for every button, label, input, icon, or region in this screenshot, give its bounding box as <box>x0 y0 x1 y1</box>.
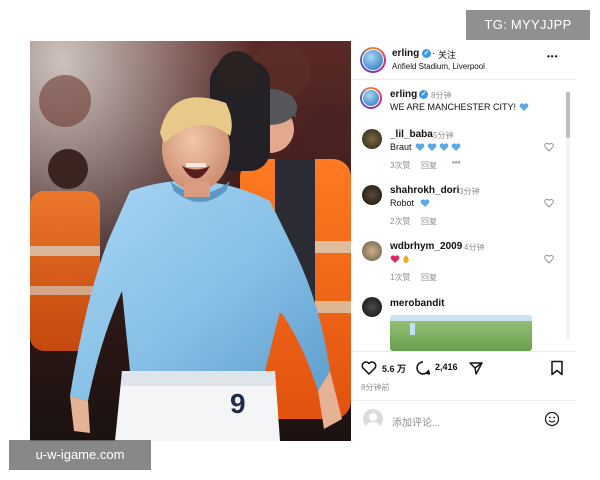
post-photo[interactable]: 9 <box>30 41 351 441</box>
reply-button[interactable]: 回复 <box>421 272 437 283</box>
verified-badge-icon: ✓ <box>422 49 431 58</box>
screenshot-canvas: 9 erling ✓ · 关注 Anfield Stadium, Liverpo… <box>0 0 600 480</box>
like-comment-heart-icon[interactable] <box>544 142 554 152</box>
comment-likes[interactable]: 1次赞 <box>390 272 410 283</box>
comment-time: 5分钟 <box>433 131 454 140</box>
commenter-avatar[interactable] <box>362 129 382 149</box>
comment-time: 3分钟 <box>459 187 480 196</box>
verified-badge-icon: ✓ <box>419 90 428 99</box>
commenter-avatar[interactable] <box>362 185 382 205</box>
author-username[interactable]: erling <box>392 48 419 59</box>
tg-badge-overlay: TG: MYYJJPP <box>466 10 590 40</box>
post-detail-panel: erling ✓ · 关注 Anfield Stadium, Liverpool… <box>351 41 576 441</box>
like-comment-heart-icon[interactable] <box>544 198 554 208</box>
more-icon[interactable]: ••• <box>547 52 558 61</box>
watermark-overlay: u-w-igame.com <box>9 440 151 470</box>
comment-time: 4分钟 <box>464 243 485 252</box>
my-avatar <box>363 409 383 429</box>
blue-heart-emoji-icon <box>415 143 461 151</box>
emoji-reaction-icons <box>390 255 409 263</box>
heart-icon[interactable] <box>361 360 377 376</box>
comment-icon[interactable] <box>415 360 431 376</box>
caption-text: WE ARE MANCHESTER CITY! <box>390 102 517 112</box>
post-header: erling ✓ · 关注 Anfield Stadium, Liverpool… <box>351 41 576 80</box>
post-timestamp: 8分钟前 <box>361 383 390 392</box>
caption-username[interactable]: erling <box>390 89 417 100</box>
commenter-avatar[interactable] <box>362 297 382 317</box>
blue-heart-emoji-icon <box>519 103 529 111</box>
like-count[interactable]: 5.6 万 <box>382 362 406 375</box>
comment-username[interactable]: merobandit <box>390 298 444 309</box>
comment-likes[interactable]: 3次赞 <box>390 160 410 171</box>
bookmark-icon[interactable] <box>550 360 564 376</box>
post-actions: 5.6 万 2,416 8分钟前 添加评论... <box>351 351 576 441</box>
emoji-icon[interactable] <box>544 411 560 427</box>
follow-button[interactable]: 关注 <box>438 48 456 61</box>
comments-scrollbar-thumb[interactable] <box>566 92 570 138</box>
commenter-avatar[interactable] <box>362 241 382 261</box>
player-celebration-image: 9 <box>30 41 351 441</box>
author-avatar[interactable] <box>360 47 386 73</box>
caption-time: 8分钟 <box>431 91 452 100</box>
post-location[interactable]: Anfield Stadium, Liverpool <box>392 62 485 71</box>
blue-heart-emoji-icon <box>420 199 430 207</box>
share-icon[interactable] <box>468 360 484 376</box>
comment-username[interactable]: shahrokh_dori <box>390 185 459 196</box>
comment-more-icon[interactable]: ••• <box>452 158 460 167</box>
comment-input[interactable]: 添加评论... <box>392 414 440 429</box>
comment-username[interactable]: wdbrhym_2009 <box>390 241 462 252</box>
shirt-number: 9 <box>230 388 246 419</box>
comment-text: Braut <box>390 142 412 152</box>
comment-text: Robot <box>390 198 415 208</box>
caption-avatar[interactable] <box>360 87 382 109</box>
like-comment-heart-icon[interactable] <box>544 254 554 264</box>
comment-likes[interactable]: 2次赞 <box>390 216 410 227</box>
comment-image-thumbnail[interactable] <box>390 315 532 351</box>
reply-button[interactable]: 回复 <box>421 160 437 171</box>
reply-button[interactable]: 回复 <box>421 216 437 227</box>
comment-username[interactable]: _lil_baba <box>390 129 433 140</box>
comment-count[interactable]: 2,416 <box>435 362 458 372</box>
